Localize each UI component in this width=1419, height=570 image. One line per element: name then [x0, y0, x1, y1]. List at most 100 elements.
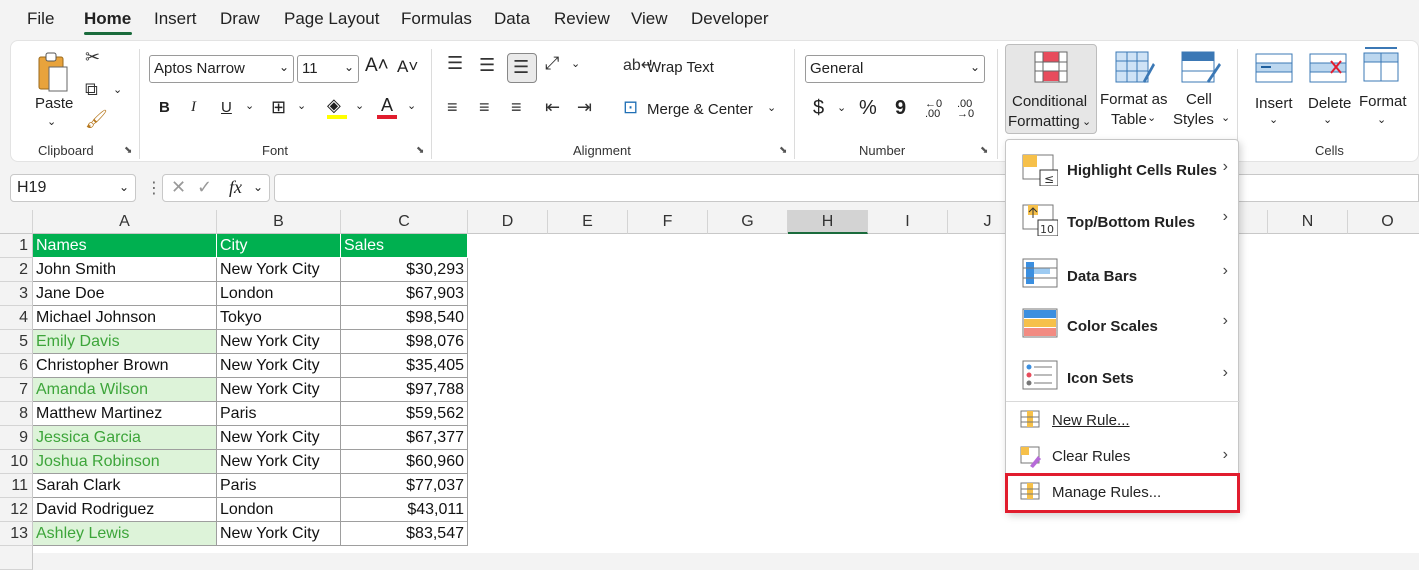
dialog-launcher-icon[interactable]: ⬊: [124, 145, 132, 156]
format-as-table-label-2[interactable]: Table: [1111, 111, 1147, 128]
chevron-down-icon[interactable]: ⌄: [1269, 113, 1278, 126]
cell-city[interactable]: New York City: [217, 258, 341, 282]
more-options-icon[interactable]: ⋮: [146, 178, 162, 198]
cell-sales[interactable]: $67,377: [341, 426, 468, 450]
chevron-down-icon[interactable]: ⌄: [253, 180, 263, 194]
menu-item-highlight-cells-rules[interactable]: ≤ Highlight Cells Rules ›: [1006, 154, 1240, 190]
bold-button[interactable]: B: [159, 99, 170, 116]
chevron-down-icon[interactable]: ⌄: [571, 57, 580, 70]
cell-name[interactable]: Ashley Lewis: [33, 522, 217, 546]
header-cell-city[interactable]: City: [217, 234, 341, 258]
cell-city[interactable]: Paris: [217, 402, 341, 426]
cell-city[interactable]: Tokyo: [217, 306, 341, 330]
cell-city[interactable]: New York City: [217, 426, 341, 450]
chevron-down-icon[interactable]: ⌄: [245, 99, 254, 112]
cell-name[interactable]: Jane Doe: [33, 282, 217, 306]
insert-button[interactable]: Insert: [1255, 95, 1293, 112]
borders-icon[interactable]: ⊞: [271, 97, 286, 118]
align-center-icon[interactable]: ≡: [479, 97, 490, 118]
tab-formulas[interactable]: Formulas: [401, 9, 472, 29]
name-box[interactable]: H19 ⌄: [10, 174, 136, 202]
column-header-e[interactable]: E: [548, 210, 628, 234]
row-header[interactable]: 8: [0, 402, 33, 426]
format-painter-icon[interactable]: 🖌: [85, 109, 108, 130]
underline-button[interactable]: U: [221, 99, 232, 116]
align-left-icon[interactable]: ≡: [447, 97, 458, 118]
format-as-table-label-1[interactable]: Format as: [1100, 91, 1168, 108]
cell-name[interactable]: Amanda Wilson: [33, 378, 217, 402]
cell-sales[interactable]: $60,960: [341, 450, 468, 474]
increase-indent-icon[interactable]: ⇥: [577, 97, 592, 118]
align-middle-icon[interactable]: ☰: [479, 55, 495, 76]
percent-icon[interactable]: %: [859, 97, 877, 120]
column-header-b[interactable]: B: [217, 210, 341, 234]
chevron-down-icon[interactable]: ⌄: [47, 115, 56, 128]
column-header-a[interactable]: A: [33, 210, 217, 234]
delete-button[interactable]: Delete: [1308, 95, 1351, 112]
menu-item-icon-sets[interactable]: Icon Sets ›: [1006, 360, 1240, 396]
delete-cells-icon[interactable]: [1309, 53, 1347, 83]
cell-name[interactable]: Christopher Brown: [33, 354, 217, 378]
cell-city[interactable]: Paris: [217, 474, 341, 498]
chevron-down-icon[interactable]: ⌄: [355, 99, 364, 112]
number-format-select[interactable]: General ⌄: [805, 55, 985, 83]
grow-font-icon[interactable]: A˄: [365, 55, 389, 77]
dialog-launcher-icon[interactable]: ⬊: [416, 145, 424, 156]
row-header[interactable]: 7: [0, 378, 33, 402]
menu-item-clear-rules[interactable]: Clear Rules ›: [1006, 446, 1240, 470]
cell-city[interactable]: London: [217, 498, 341, 522]
row-header[interactable]: 3: [0, 282, 33, 306]
currency-icon[interactable]: $: [813, 97, 824, 120]
conditional-formatting-button[interactable]: Conditional Formatting ⌄: [1005, 44, 1097, 134]
dialog-launcher-icon[interactable]: ⬊: [980, 145, 988, 156]
chevron-down-icon[interactable]: ⌄: [1377, 113, 1386, 126]
cell-city[interactable]: New York City: [217, 378, 341, 402]
font-color-icon[interactable]: A: [381, 95, 393, 116]
insert-function-icon[interactable]: fx: [229, 177, 242, 198]
cell-sales[interactable]: $98,076: [341, 330, 468, 354]
row-header[interactable]: 5: [0, 330, 33, 354]
row-header[interactable]: 10: [0, 450, 33, 474]
chevron-down-icon[interactable]: ⌄: [113, 83, 122, 96]
tab-view[interactable]: View: [631, 9, 668, 29]
column-header-f[interactable]: F: [628, 210, 708, 234]
cell-sales[interactable]: $59,562: [341, 402, 468, 426]
tab-insert[interactable]: Insert: [154, 9, 197, 29]
cell-name[interactable]: Matthew Martinez: [33, 402, 217, 426]
cancel-icon[interactable]: ✕: [171, 177, 186, 198]
italic-button[interactable]: I: [191, 99, 196, 116]
formula-input[interactable]: [274, 174, 1419, 202]
tab-developer[interactable]: Developer: [691, 9, 769, 29]
cell-name[interactable]: Michael Johnson: [33, 306, 217, 330]
comma-style-icon[interactable]: 9: [895, 97, 906, 120]
paste-icon[interactable]: [35, 51, 71, 95]
wrap-text-button[interactable]: Wrap Text: [647, 59, 714, 76]
row-header[interactable]: [0, 546, 33, 570]
tab-draw[interactable]: Draw: [220, 9, 260, 29]
format-button[interactable]: Format: [1359, 93, 1407, 110]
menu-item-data-bars[interactable]: Data Bars ›: [1006, 258, 1240, 294]
cut-icon[interactable]: ✂: [85, 47, 100, 68]
cell-sales[interactable]: $67,903: [341, 282, 468, 306]
chevron-down-icon[interactable]: ⌄: [407, 99, 416, 112]
row-header[interactable]: 4: [0, 306, 33, 330]
dialog-launcher-icon[interactable]: ⬊: [779, 145, 787, 156]
cell-city[interactable]: New York City: [217, 522, 341, 546]
cell-sales[interactable]: $77,037: [341, 474, 468, 498]
cell-name[interactable]: Jessica Garcia: [33, 426, 217, 450]
enter-icon[interactable]: ✓: [197, 177, 212, 198]
select-all-corner[interactable]: [0, 210, 33, 234]
cell-sales[interactable]: $83,547: [341, 522, 468, 546]
cell-name[interactable]: Joshua Robinson: [33, 450, 217, 474]
chevron-down-icon[interactable]: ⌄: [837, 101, 846, 114]
merge-center-icon[interactable]: ⊡: [623, 97, 638, 118]
column-header-c[interactable]: C: [341, 210, 468, 234]
orientation-icon[interactable]: ⤢: [545, 53, 559, 74]
row-header[interactable]: 6: [0, 354, 33, 378]
cell-name[interactable]: Sarah Clark: [33, 474, 217, 498]
cell-sales[interactable]: $35,405: [341, 354, 468, 378]
column-header-n[interactable]: N: [1268, 210, 1348, 234]
column-header-o[interactable]: O: [1348, 210, 1419, 234]
row-header[interactable]: 12: [0, 498, 33, 522]
cell-name[interactable]: Emily Davis: [33, 330, 217, 354]
